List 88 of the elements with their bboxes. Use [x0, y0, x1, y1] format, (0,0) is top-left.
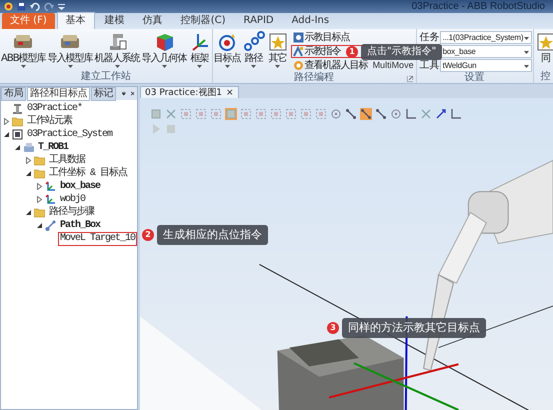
collapse-arrow-icon[interactable]	[3, 131, 10, 138]
group-label: 设置	[464, 72, 485, 84]
save-icon	[17, 2, 26, 11]
field-label: 任务	[420, 32, 440, 43]
ribbon-button[interactable]: 同	[534, 31, 553, 64]
tree-item[interactable]: 03Practice*	[25, 102, 84, 116]
caret-icon	[524, 64, 529, 68]
tree-item[interactable]: MoveL Target_10	[58, 232, 138, 246]
ribbon-button[interactable]: ABB模型库	[1, 31, 46, 68]
dropdown-field[interactable]: tWeldGun	[440, 59, 532, 72]
redo-icon	[44, 2, 54, 11]
collapse-arrow-icon[interactable]	[25, 170, 32, 177]
pane-tab[interactable]: 布局	[1, 86, 26, 100]
callout-tooltip: 点击"示教指令"	[361, 44, 442, 60]
tree-item[interactable]: 03Practice_System	[25, 128, 114, 142]
folder-icon	[34, 207, 45, 218]
circle-icon[interactable]	[330, 108, 342, 120]
square-icon[interactable]	[150, 108, 162, 120]
folder-icon	[12, 116, 23, 127]
ribbon-button[interactable]: 机器人系统	[94, 31, 140, 68]
circle-icon[interactable]	[390, 108, 402, 120]
ribbon-tab[interactable]: Add-Ins	[284, 13, 338, 29]
caret-icon	[524, 50, 529, 54]
path-icon	[242, 31, 265, 53]
ribbon-button[interactable]: 框架	[188, 31, 211, 68]
ribbon-button[interactable]: MultiMove	[372, 60, 415, 70]
ribbon-button[interactable]: 目标点	[214, 31, 241, 68]
ribbon-button[interactable]: 其它	[266, 31, 289, 68]
view-tab[interactable]: 03 Practice:视图1 ×	[140, 86, 239, 98]
angle-icon[interactable]	[450, 108, 462, 120]
ribbon-button[interactable]: 路径	[242, 31, 265, 68]
angle-icon[interactable]	[405, 108, 417, 120]
arrow-icon[interactable]	[435, 108, 447, 120]
expand-arrow-icon[interactable]	[36, 183, 43, 190]
ribbon-tab[interactable]: 仿真	[134, 13, 171, 29]
line-icon[interactable]	[375, 108, 387, 120]
window-title: 03Practice - ABB RobotStudio	[412, 1, 545, 12]
frame-icon	[45, 181, 56, 192]
customize-icon	[58, 2, 65, 11]
undo-icon	[30, 2, 40, 11]
ribbon-button[interactable]: 查看机器人目标	[290, 59, 370, 72]
frame-icon	[45, 194, 56, 205]
tree-item[interactable]: 路径与步骤	[47, 206, 96, 220]
tree-item[interactable]: 工作站元素	[25, 114, 74, 128]
line-icon[interactable]	[360, 108, 372, 120]
tree-item[interactable]: box_base	[58, 180, 102, 194]
group-label: 控	[540, 71, 551, 83]
launcher-icon[interactable]	[406, 76, 413, 82]
dropdown-field[interactable]: box_base	[440, 45, 532, 58]
pane-tab[interactable]: 路径和目标点	[27, 86, 90, 100]
folder-icon	[34, 155, 45, 166]
folder-icon	[34, 168, 45, 179]
close-icon[interactable]	[130, 90, 134, 97]
field-label: 工具	[420, 60, 440, 71]
target-icon	[292, 32, 304, 43]
callout-tooltip: 同样的方法示教其它目标点	[342, 318, 486, 338]
path-icon	[45, 220, 56, 231]
star-icon	[534, 31, 553, 53]
caret-icon	[524, 36, 529, 40]
expand-arrow-icon[interactable]	[36, 196, 43, 203]
pane-tab[interactable]: 标记	[91, 86, 116, 100]
tree-item[interactable]: T_ROB1	[36, 140, 70, 154]
ribbon-tab[interactable]: 建模	[96, 13, 133, 29]
ribbon-tab[interactable]: 基本	[56, 12, 95, 29]
ribbon-tab[interactable]: RAPID	[236, 13, 282, 29]
line-icon[interactable]	[345, 108, 357, 120]
tree-item[interactable]: Path_Box	[58, 218, 102, 232]
stop-icon	[165, 123, 177, 135]
ribbon-button[interactable]: 示教目标点	[290, 31, 370, 44]
dropdown-field[interactable]: ...1(03Practice_System)	[440, 31, 532, 44]
group-label: 路径编程	[294, 72, 334, 84]
collapse-arrow-icon[interactable]	[14, 144, 21, 151]
tree-item[interactable]: 工件坐标 & 目标点	[47, 166, 130, 180]
ribbon-button[interactable]: 导入几何体	[142, 31, 187, 68]
collapse-arrow-icon[interactable]	[36, 222, 43, 229]
collapse-arrow-icon[interactable]	[25, 209, 32, 216]
tree-item[interactable]: 工具数据	[47, 154, 87, 168]
app-logo-icon	[4, 2, 13, 11]
ribbon-button[interactable]: 导入模型库	[48, 31, 93, 68]
expand-arrow-icon[interactable]	[3, 118, 10, 125]
group-label: 建立工作站	[80, 71, 131, 83]
play-icon	[150, 123, 162, 135]
callout-tooltip: 生成相应的点位指令	[157, 225, 268, 245]
expand-arrow-icon[interactable]	[25, 157, 32, 164]
ribbon-tab[interactable]: 控制器(C)	[172, 13, 234, 29]
tree-item[interactable]: wobj0	[58, 192, 88, 206]
dropdown-arrow-icon[interactable]	[122, 90, 126, 97]
cross-icon[interactable]	[165, 108, 177, 120]
